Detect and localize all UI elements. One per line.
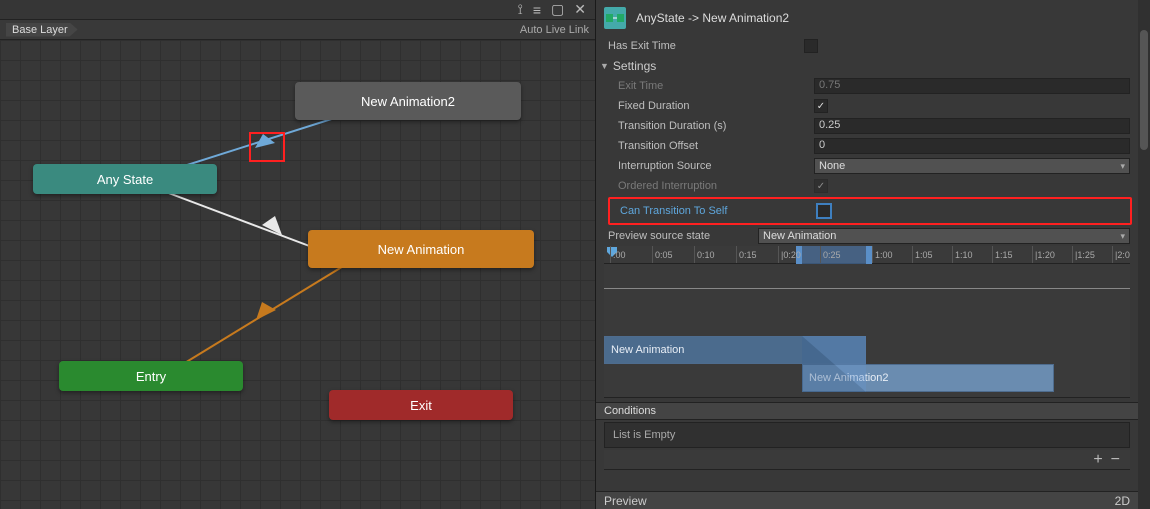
transition-offset-field[interactable]: 0 (814, 138, 1130, 154)
transition-icon (604, 7, 626, 29)
transition-timeline[interactable]: :00 0:05 0:10 0:15 |0:20 0:25 1:00 1:05 … (604, 246, 1130, 398)
inspector-title: AnyState -> New Animation2 (636, 11, 789, 25)
has-exit-time-checkbox[interactable] (804, 39, 818, 53)
preview-mode-toggle[interactable]: 2D (1115, 494, 1130, 508)
node-anystate[interactable]: Any State (33, 164, 217, 194)
inspector-panel: AnyState -> New Animation2 Has Exit Time… (595, 0, 1150, 509)
chevron-down-icon: ▾ (1120, 161, 1125, 172)
fixed-duration-checkbox[interactable] (814, 99, 828, 113)
exit-time-field: 0.75 (814, 78, 1130, 94)
preview-bar: Preview 2D (596, 491, 1138, 509)
auto-live-link-button[interactable]: Auto Live Link (520, 24, 589, 36)
inspector-scrollbar[interactable] (1138, 0, 1150, 509)
highlight-can-transition-to-self: Can Transition To Self (608, 197, 1132, 225)
node-new-animation2[interactable]: New Animation2 (295, 82, 521, 120)
can-transition-to-self-label: Can Transition To Self (620, 205, 816, 217)
close-icon[interactable]: ✕ (571, 1, 589, 18)
ordered-interruption-label: Ordered Interruption (618, 180, 814, 192)
chevron-down-icon: ▾ (1120, 231, 1125, 242)
node-new-animation[interactable]: New Animation (308, 230, 534, 268)
animator-panel: ⟟ ≡ ▢ ✕ Base Layer Auto Live Link (0, 0, 595, 509)
preview-label: Preview (604, 494, 647, 508)
animator-graph[interactable]: Any State New Animation2 New Animation E… (0, 40, 595, 509)
lock-icon[interactable]: ⟟ (515, 1, 526, 18)
preview-source-label: Preview source state (608, 230, 758, 242)
node-entry[interactable]: Entry (59, 361, 243, 391)
timeline-ruler[interactable]: :00 0:05 0:10 0:15 |0:20 0:25 1:00 1:05 … (604, 246, 1130, 264)
preview-source-select[interactable]: New Animation ▾ (758, 228, 1130, 244)
scrollbar-thumb[interactable] (1140, 30, 1148, 150)
transition-offset-label: Transition Offset (618, 140, 814, 152)
conditions-header: Conditions (596, 402, 1138, 420)
inspector-header: AnyState -> New Animation2 (596, 0, 1138, 36)
add-condition-button[interactable]: + (1093, 451, 1102, 469)
minimize-icon[interactable]: ▢ (548, 1, 567, 18)
timeline-body[interactable]: New Animation New Animation2 (604, 264, 1130, 398)
timeline-baseline (604, 288, 1130, 289)
interruption-source-select[interactable]: None ▾ (814, 158, 1130, 174)
prop-has-exit-time: Has Exit Time (596, 36, 1138, 56)
can-transition-to-self-checkbox[interactable] (816, 203, 832, 219)
conditions-list: List is Empty (604, 422, 1130, 448)
remove-condition-button[interactable]: − (1111, 451, 1120, 469)
transition-duration-field[interactable]: 0.25 (814, 118, 1130, 134)
ordered-interruption-checkbox (814, 179, 828, 193)
exit-time-label: Exit Time (618, 80, 814, 92)
window-controls: ⟟ ≡ ▢ ✕ (0, 0, 595, 20)
fixed-duration-label: Fixed Duration (618, 100, 814, 112)
settings-label: Settings (613, 59, 656, 73)
interruption-source-label: Interruption Source (618, 160, 814, 172)
transition-duration-label: Transition Duration (s) (618, 120, 814, 132)
node-exit[interactable]: Exit (329, 390, 513, 420)
blend-triangle (802, 336, 866, 392)
chevron-down-icon: ▼ (600, 61, 609, 71)
breadcrumb[interactable]: Base Layer (6, 23, 78, 37)
conditions-toolbar: + − (604, 450, 1130, 470)
animator-toolbar: Base Layer Auto Live Link (0, 20, 595, 40)
menu-icon[interactable]: ≡ (530, 2, 544, 18)
settings-foldout[interactable]: ▼ Settings (596, 56, 1138, 76)
